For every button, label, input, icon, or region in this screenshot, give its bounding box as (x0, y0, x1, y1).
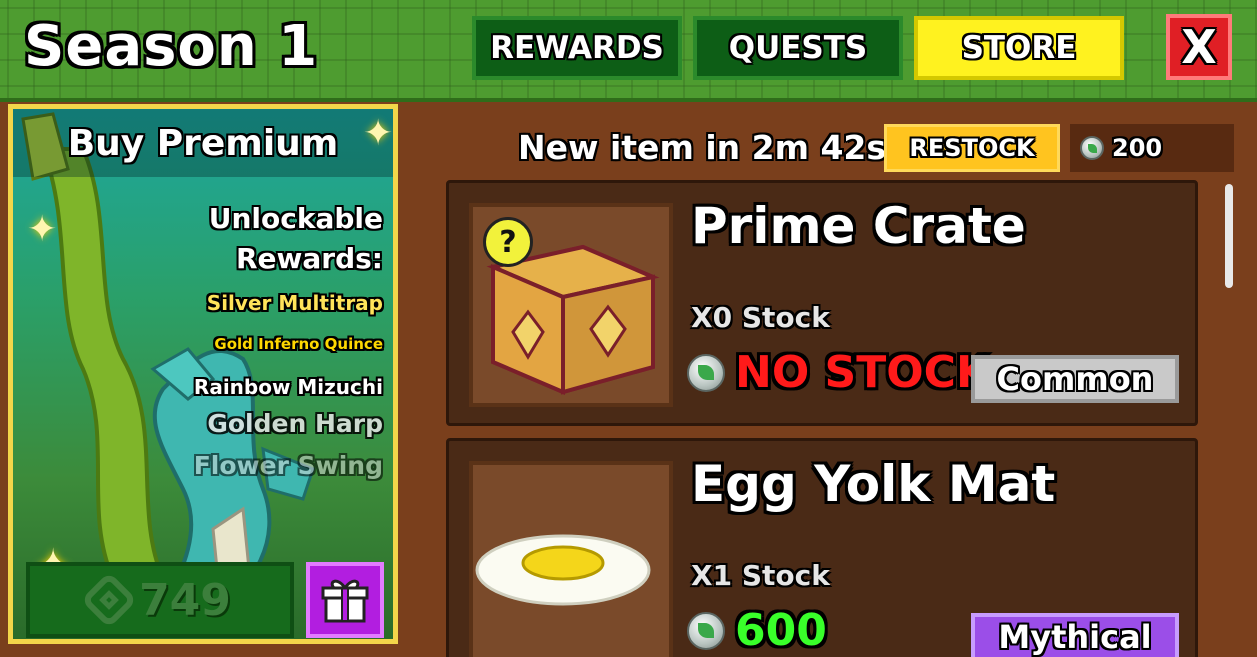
item-name: Prime Crate (691, 197, 1026, 255)
unlockable-rewards-heading: Unlockable Rewards: (209, 199, 383, 279)
restock-label: RESTOCK (909, 134, 1035, 162)
tab-rewards-label: REWARDS (490, 30, 664, 66)
top-bar: Season 1 REWARDS QUESTS STORE X (0, 0, 1257, 102)
scrollbar[interactable] (1225, 184, 1233, 288)
tab-quests-label: QUESTS (728, 30, 868, 66)
tab-store-label: STORE (961, 30, 1077, 66)
seed-coin-icon (1080, 136, 1104, 160)
seed-coin-icon (687, 611, 725, 650)
unlockable-line-1: Unlockable (208, 202, 383, 235)
reward-flower-swing: Flower Swing (193, 451, 383, 480)
item-price: 600 (735, 605, 827, 656)
item-price-row: NO STOCK (687, 347, 990, 398)
buy-premium-title: Buy Premium (67, 122, 339, 164)
item-price-row: 600 (687, 605, 827, 656)
reward-rainbow-mizuchi: Rainbow Mizuchi (193, 375, 383, 399)
rarity-label: Common (996, 360, 1154, 398)
reward-gold-inferno-quince: Gold Inferno Quince (214, 335, 383, 353)
tab-quests[interactable]: QUESTS (693, 16, 903, 80)
premium-price: 749 (139, 574, 231, 626)
season-title: Season 1 (24, 14, 319, 79)
balance-value: 200 (1112, 134, 1163, 162)
gift-icon (321, 579, 369, 623)
item-thumbnail (469, 461, 673, 657)
item-stock: X0 Stock (691, 301, 830, 334)
tab-store[interactable]: STORE (914, 16, 1124, 80)
item-thumbnail: ? (469, 203, 673, 407)
item-name: Egg Yolk Mat (691, 455, 1056, 513)
store-item-card[interactable]: Egg Yolk Mat X1 Stock 600 Mythical (446, 438, 1198, 657)
seed-coin-icon (687, 353, 725, 392)
close-icon: X (1181, 20, 1217, 74)
sparkle-icon: ✦ (363, 113, 394, 154)
buy-premium-header[interactable]: Buy Premium (13, 109, 393, 177)
rarity-badge: Common (971, 355, 1179, 403)
restock-button[interactable]: RESTOCK (884, 124, 1060, 172)
store-item-card[interactable]: ? Prime Crate X0 Stock NO STOCK Common (446, 180, 1198, 426)
unlockable-line-2: Rewards: (235, 242, 383, 275)
restock-timer: New item in 2m 42s (518, 128, 887, 167)
gift-button[interactable] (306, 562, 384, 638)
reward-silver-multitrap: Silver Multitrap (206, 291, 383, 315)
info-icon[interactable]: ? (483, 217, 533, 267)
store-item-list[interactable]: ? Prime Crate X0 Stock NO STOCK Common E… (446, 180, 1206, 657)
seed-balance: 200 (1070, 124, 1234, 172)
tab-rewards[interactable]: REWARDS (472, 16, 682, 80)
robux-icon (80, 571, 138, 629)
egg-yolk-mat-icon (475, 534, 651, 606)
rarity-badge: Mythical (971, 613, 1179, 657)
item-price: NO STOCK (735, 347, 991, 398)
sparkle-icon: ✦ (27, 209, 58, 250)
close-button[interactable]: X (1166, 14, 1232, 80)
premium-price-button[interactable]: 749 (26, 562, 294, 638)
item-stock: X1 Stock (691, 559, 830, 592)
rarity-label: Mythical (998, 618, 1152, 656)
reward-golden-harp: Golden Harp (207, 409, 383, 438)
